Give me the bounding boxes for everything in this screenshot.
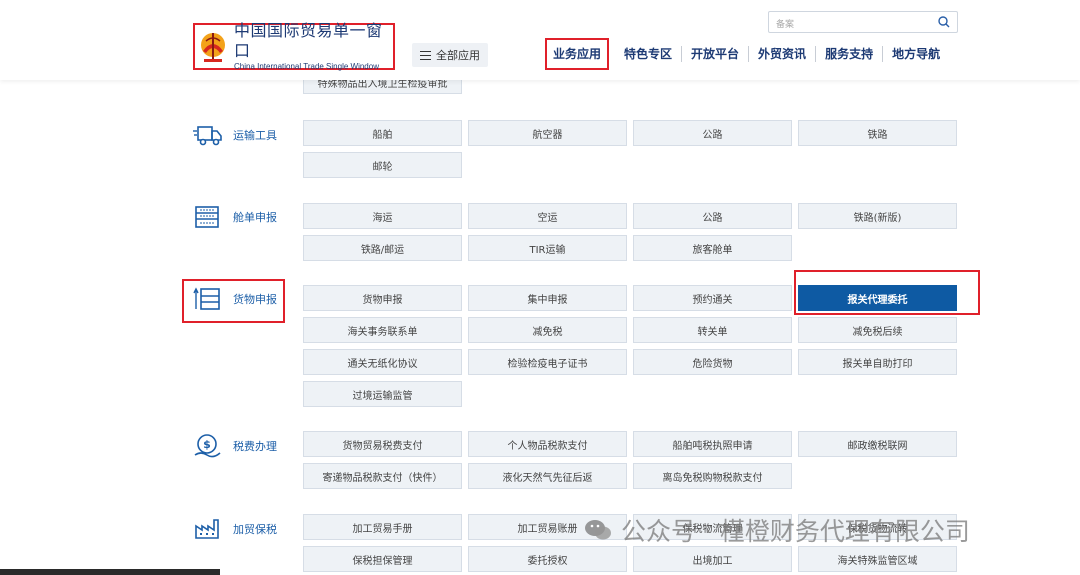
menu-icon (420, 50, 431, 60)
section-label: 货物申报 (233, 293, 277, 306)
search-input[interactable] (769, 15, 929, 35)
tile-bonded-guarantee[interactable]: 保税担保管理 (303, 546, 462, 572)
nav-featured-zone[interactable]: 特色专区 (615, 46, 683, 62)
section-transport-vehicles[interactable]: 运输工具 (193, 122, 277, 148)
all-apps-label: 全部应用 (436, 49, 480, 62)
tile-appointment-clearance[interactable]: 预约通关 (633, 285, 792, 311)
tile-inspection-certificate[interactable]: 检验检疫电子证书 (468, 349, 627, 375)
tile-passenger-manifest[interactable]: 旅客舱单 (633, 235, 792, 261)
tile-railway-new[interactable]: 铁路(新版) (798, 203, 957, 229)
nav-service-support[interactable]: 服务支持 (816, 46, 884, 62)
tile-ship[interactable]: 船舶 (303, 120, 462, 146)
section-label: 舱单申报 (233, 211, 277, 224)
watermark-text: 公众号 · 槿橙财务代理有限公司 (621, 517, 970, 546)
nav-trade-news[interactable]: 外贸资讯 (749, 46, 817, 62)
header: 中国国际贸易单一窗口 China International Trade Sin… (0, 0, 1080, 80)
tile-special-supervision-zone[interactable]: 海关特殊监管区域 (798, 546, 957, 572)
tile-aircraft[interactable]: 航空器 (468, 120, 627, 146)
logo-title: 中国国际贸易单一窗口 (234, 21, 383, 60)
tile-customs-broker-entrust[interactable]: 报关代理委托 (798, 285, 957, 311)
nav-open-platform[interactable]: 开放平台 (682, 46, 750, 62)
svg-text:$: $ (203, 438, 211, 451)
manifest-icon (195, 206, 219, 228)
tile-road[interactable]: 公路 (633, 203, 792, 229)
search-icon[interactable] (938, 16, 950, 28)
tile-dangerous-goods[interactable]: 危险货物 (633, 349, 792, 375)
tile-centralized-declare[interactable]: 集中申报 (468, 285, 627, 311)
tile-express-tax[interactable]: 寄递物品税款支付（快件） (303, 463, 462, 489)
tile-personal-tax-payment[interactable]: 个人物品税款支付 (468, 431, 627, 457)
tile-ocean[interactable]: 海运 (303, 203, 462, 229)
main-nav: 业务应用 特色专区 开放平台 外贸资讯 服务支持 地方导航 (545, 38, 949, 70)
tile-island-dutyfree-tax[interactable]: 离岛免税购物税款支付 (633, 463, 792, 489)
tile-customs-liaison[interactable]: 海关事务联系单 (303, 317, 462, 343)
tax-payment-icon: $ (194, 434, 221, 458)
tile-tax-exemption-followup[interactable]: 减免税后续 (798, 317, 957, 343)
section-processing-bonded[interactable]: 加贸保税 (193, 516, 277, 542)
tile-transit-form[interactable]: 转关单 (633, 317, 792, 343)
search-box (768, 11, 958, 35)
tile-processing-manual[interactable]: 加工贸易手册 (303, 514, 462, 540)
tile-air[interactable]: 空运 (468, 203, 627, 229)
watermark: 公众号 · 槿橙财务代理有限公司 (583, 512, 970, 548)
logo-subtitle: China International Trade Single Window (234, 62, 379, 71)
tile-cargo-declare[interactable]: 货物申报 (303, 285, 462, 311)
section-label: 运输工具 (233, 129, 277, 142)
bottom-status-strip (0, 569, 220, 575)
section-cargo-declaration[interactable]: 货物申报 (193, 286, 277, 312)
wechat-icon (585, 520, 611, 540)
tile-paperless-agreement[interactable]: 通关无纸化协议 (303, 349, 462, 375)
factory-icon (195, 519, 219, 539)
nav-local-navigation[interactable]: 地方导航 (883, 46, 949, 62)
nav-business-apps[interactable]: 业务应用 (545, 38, 610, 70)
tile-tonnage-tax[interactable]: 船舶吨税执照申请 (633, 431, 792, 457)
tile-highway[interactable]: 公路 (633, 120, 792, 146)
tile-entrust-authorization[interactable]: 委托授权 (468, 546, 627, 572)
tile-tax-exemption[interactable]: 减免税 (468, 317, 627, 343)
tile-cruise[interactable]: 邮轮 (303, 152, 462, 178)
section-manifest[interactable]: 舱单申报 (193, 204, 277, 230)
tile-railway[interactable]: 铁路 (798, 120, 957, 146)
tile-goods-tax-payment[interactable]: 货物贸易税费支付 (303, 431, 462, 457)
tile-self-print[interactable]: 报关单自助打印 (798, 349, 957, 375)
section-label: 税费办理 (233, 440, 277, 453)
truck-icon (193, 126, 222, 146)
tile-rail-postal[interactable]: 铁路/邮运 (303, 235, 462, 261)
site-logo[interactable]: 中国国际贸易单一窗口 China International Trade Sin… (193, 21, 395, 71)
tile-tir[interactable]: TIR运输 (468, 235, 627, 261)
tile-outbound-processing[interactable]: 出境加工 (633, 546, 792, 572)
tile-lng-refund[interactable]: 液化天然气先征后返 (468, 463, 627, 489)
cargo-declare-icon (193, 287, 220, 310)
all-apps-button[interactable]: 全部应用 (412, 43, 488, 67)
tile-transit-supervision[interactable]: 过境运输监管 (303, 381, 462, 407)
emblem-icon (201, 32, 225, 62)
section-tax-payment[interactable]: $ 税费办理 (193, 433, 277, 459)
tile-postal-tax[interactable]: 邮政缴税联网 (798, 431, 957, 457)
section-label: 加贸保税 (233, 523, 277, 536)
